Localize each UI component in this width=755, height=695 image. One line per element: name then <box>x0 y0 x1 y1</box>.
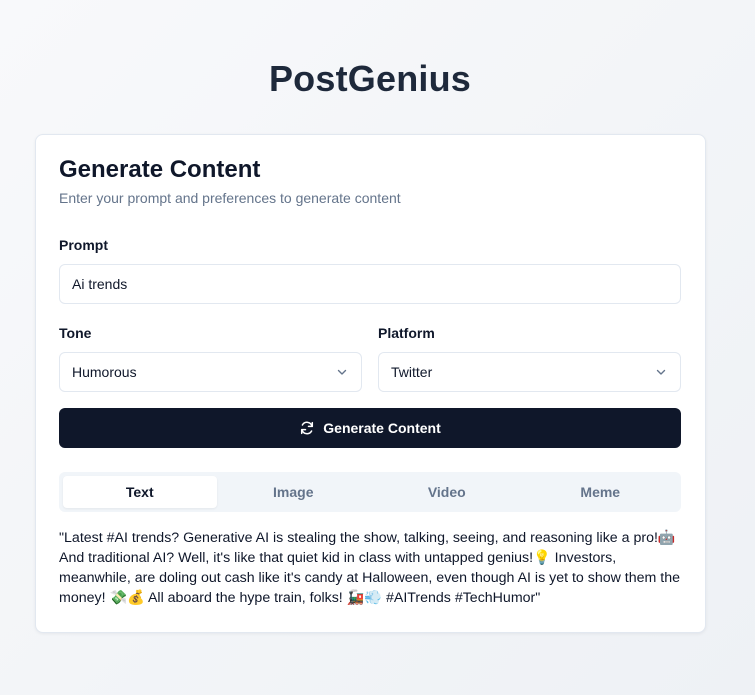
card-title: Generate Content <box>59 156 261 183</box>
generated-text: "Latest #AI trends? Generative AI is ste… <box>59 530 681 606</box>
tab-image[interactable]: Image <box>217 476 371 508</box>
prompt-input[interactable]: Ai trends <box>59 264 681 304</box>
platform-label: Platform <box>378 325 435 341</box>
generate-button-label: Generate Content <box>323 420 441 436</box>
generate-content-button[interactable]: Generate Content <box>59 408 681 448</box>
prompt-input-value: Ai trends <box>72 276 128 292</box>
prompt-label: Prompt <box>59 237 108 253</box>
tab-video[interactable]: Video <box>370 476 524 508</box>
card-subtitle: Enter your prompt and preferences to gen… <box>59 190 401 206</box>
tab-text[interactable]: Text <box>63 476 217 508</box>
output-tabs: Text Image Video Meme <box>59 472 681 512</box>
tone-select[interactable]: Humorous <box>59 352 362 392</box>
platform-select[interactable]: Twitter <box>378 352 681 392</box>
app-title: PostGenius <box>268 58 472 99</box>
platform-select-value: Twitter <box>391 364 433 380</box>
chevron-down-icon <box>654 365 668 379</box>
refresh-icon <box>299 420 315 436</box>
tone-select-value: Humorous <box>72 364 137 380</box>
generate-card: Generate Content Enter your prompt and p… <box>35 134 706 633</box>
tone-label: Tone <box>59 325 92 341</box>
tab-meme[interactable]: Meme <box>524 476 678 508</box>
chevron-down-icon <box>335 365 349 379</box>
